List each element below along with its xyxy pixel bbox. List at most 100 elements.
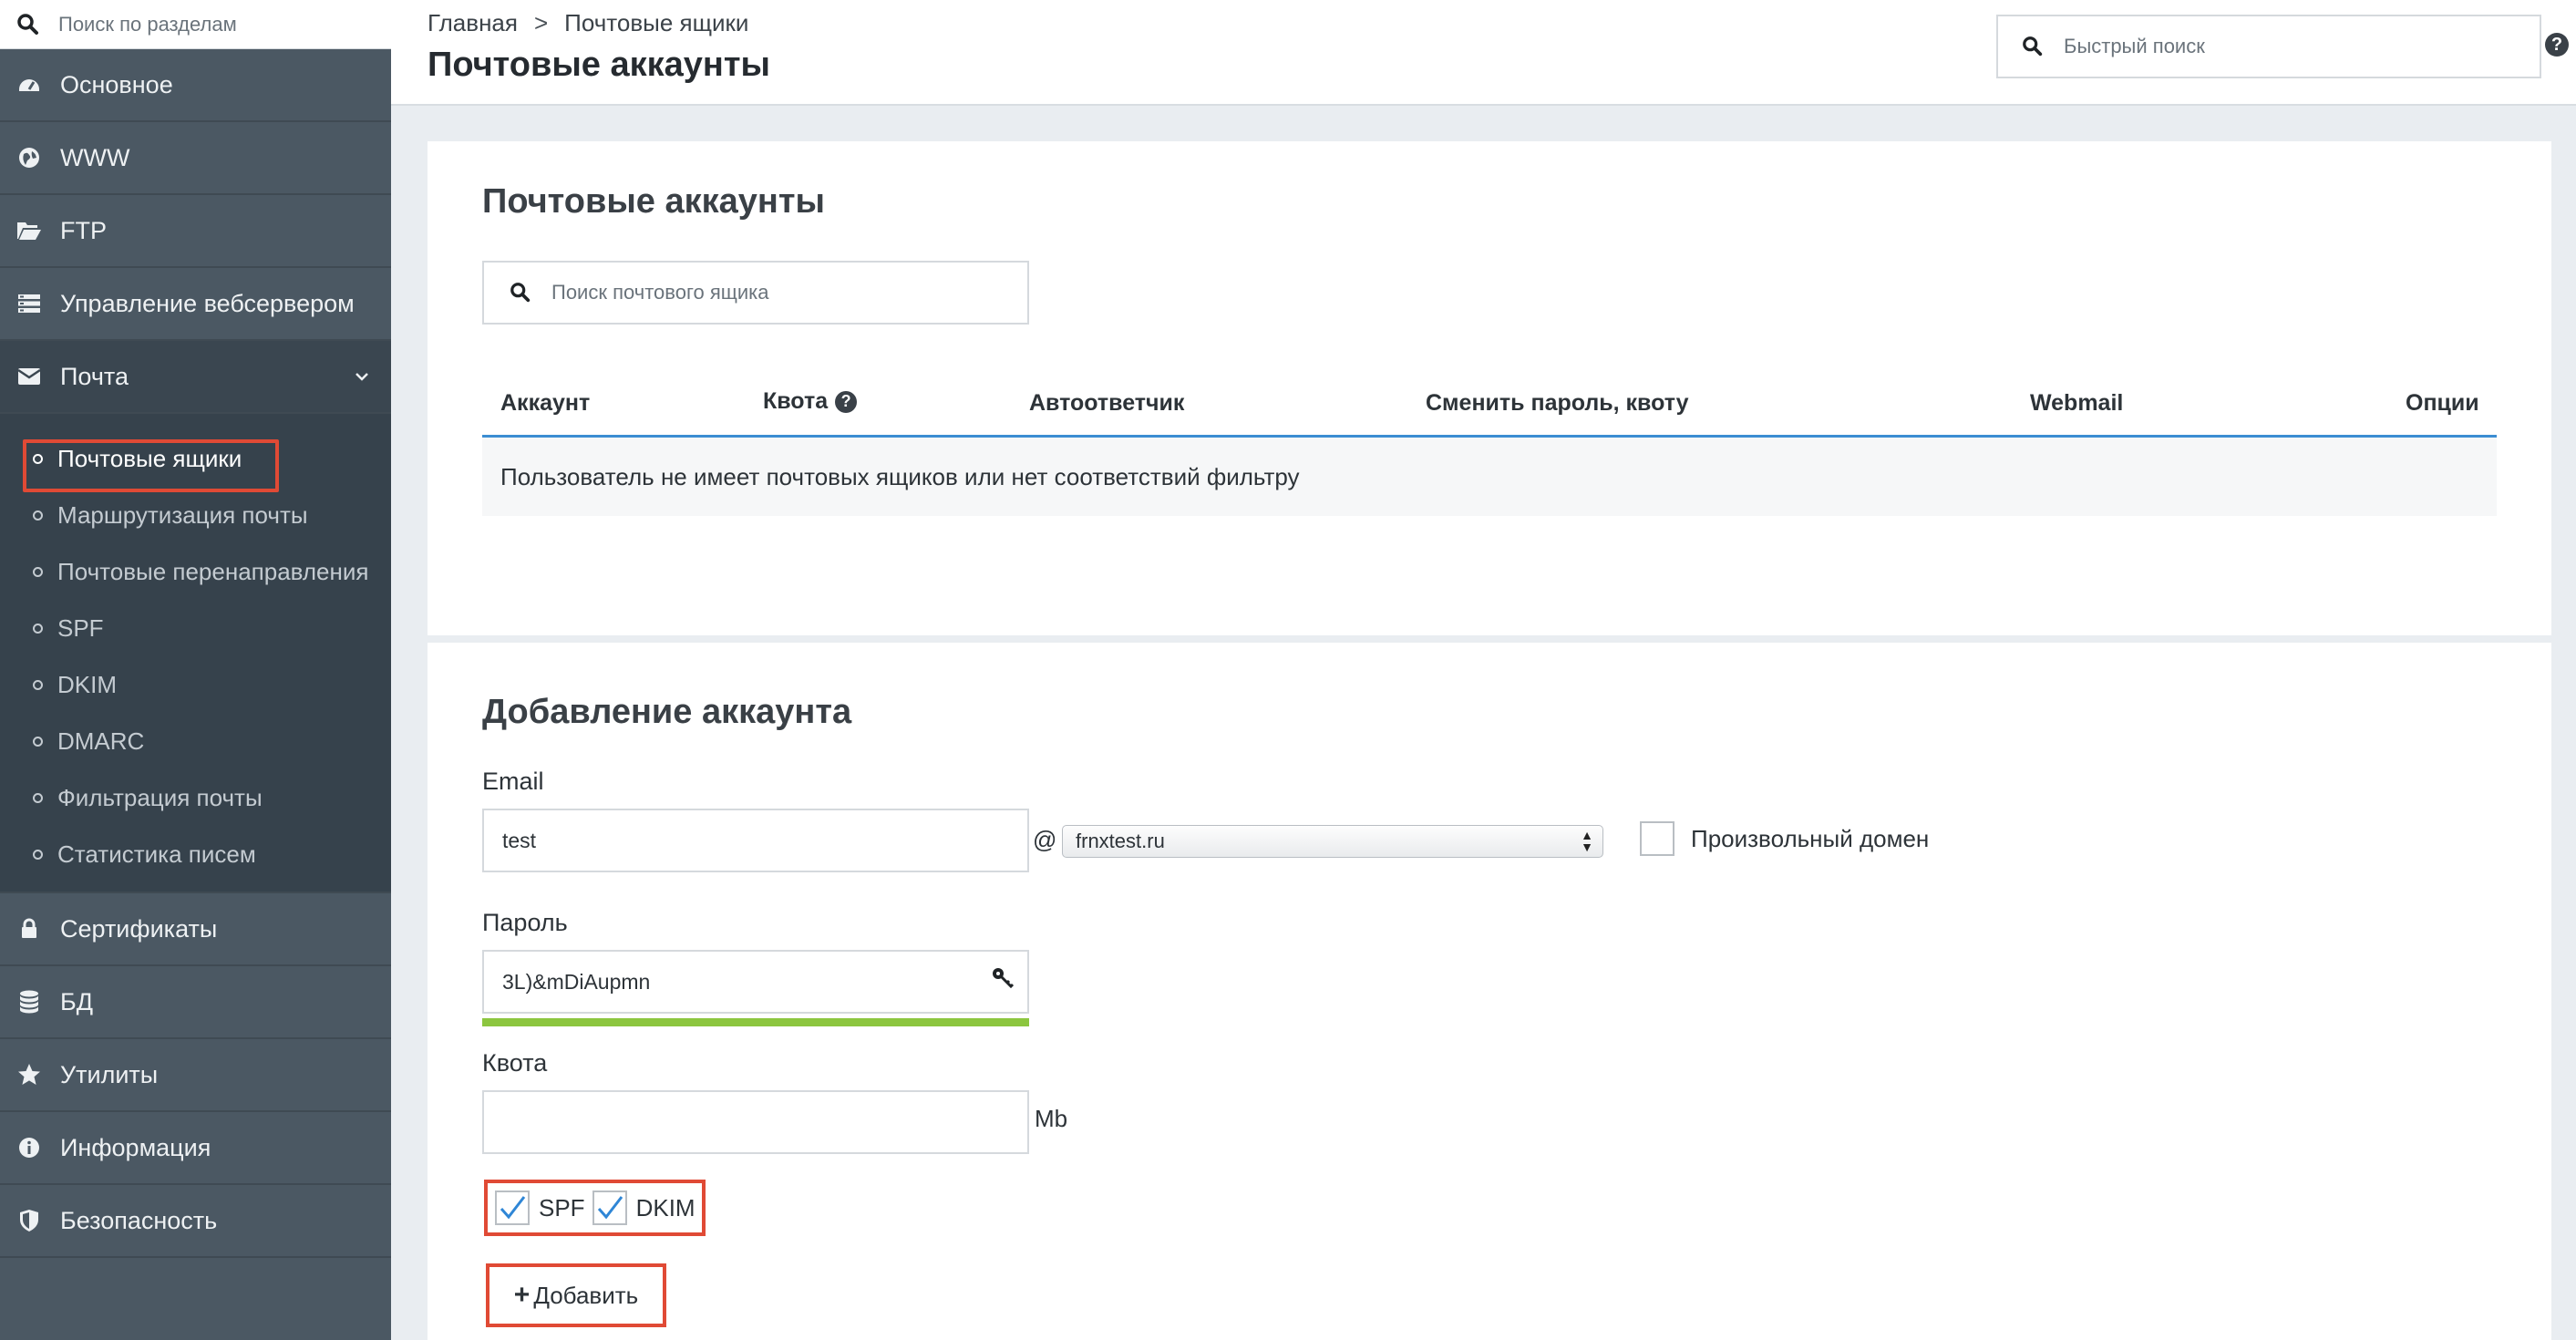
sidebar-subitem-mail-stats[interactable]: Статистика писем <box>0 826 391 882</box>
dashboard-icon <box>16 72 42 98</box>
sidebar-item-info[interactable]: Информация <box>0 1112 391 1185</box>
checkmark-icon <box>500 1196 526 1220</box>
bullet-icon <box>33 792 43 803</box>
sidebar-subitem-mail-forwards[interactable]: Почтовые перенаправления <box>0 543 391 600</box>
bullet-icon <box>33 566 43 577</box>
add-account-title: Добавление аккаунта <box>482 693 852 731</box>
column-label: Аккаунт <box>500 390 591 416</box>
sidebar-subitem-dkim[interactable]: DKIM <box>0 656 391 713</box>
search-icon <box>2023 36 2043 57</box>
sidebar-item-webserver[interactable]: Управление вебсервером <box>0 268 391 341</box>
bullet-icon <box>33 679 43 690</box>
table-empty-message: Пользователь не имеет почтовых ящиков ил… <box>482 438 2497 516</box>
column-label: Webmail <box>2030 390 2124 416</box>
help-icon[interactable]: ? <box>2545 33 2569 57</box>
sidebar-item-db[interactable]: БД <box>0 966 391 1039</box>
spf-checkbox-row[interactable]: SPF <box>495 1191 585 1225</box>
sidebar-search[interactable]: Поиск по разделам <box>0 0 391 49</box>
add-account-panel: Добавление аккаунта Email test @ frnxtes… <box>428 643 2551 1340</box>
sidebar-subitem-label: SPF <box>57 613 104 642</box>
quota-field[interactable] <box>482 1090 1029 1154</box>
lock-icon <box>16 916 42 942</box>
add-account-button[interactable]: + Добавить <box>486 1263 666 1327</box>
sidebar-subitem-label: Почтовые перенаправления <box>57 557 369 585</box>
bullet-icon <box>33 623 43 634</box>
star-icon <box>16 1062 42 1087</box>
sidebar-item-label: Информация <box>60 1133 211 1161</box>
column-quota[interactable]: Квота? <box>763 388 858 415</box>
accounts-title: Почтовые аккаунты <box>482 182 825 221</box>
custom-domain-label: Произвольный домен <box>1691 824 1930 852</box>
top-bar: Главная > Почтовые ящики Почтовые аккаун… <box>391 0 2576 106</box>
page-title: Почтовые аккаунты <box>428 46 770 84</box>
spf-label: SPF <box>539 1193 585 1221</box>
email-label: Email <box>482 768 544 795</box>
mailbox-search-placeholder: Поиск почтового ящика <box>551 281 769 304</box>
column-autoresponder[interactable]: Автоответчик <box>1029 390 1184 417</box>
column-account[interactable]: Аккаунт <box>500 390 590 417</box>
sidebar-item-security[interactable]: Безопасность <box>0 1185 391 1258</box>
quick-search-placeholder: Быстрый поиск <box>2064 35 2205 57</box>
dkim-label: DKIM <box>635 1193 696 1221</box>
chevron-down-icon <box>355 373 368 381</box>
column-change-password[interactable]: Сменить пароль, квоту <box>1426 390 1689 417</box>
sidebar-subitem-label: Статистика писем <box>57 840 256 868</box>
spf-dkim-checkboxes: SPF DKIM <box>484 1180 706 1236</box>
sidebar-subitem-label: DKIM <box>57 670 117 698</box>
search-icon <box>17 13 38 35</box>
accounts-panel: Почтовые аккаунты Поиск почтового ящика … <box>428 141 2551 635</box>
accounts-table: Аккаунт Квота? Автоответчик Сменить паро… <box>482 365 2497 516</box>
sidebar-item-main[interactable]: Основное <box>0 49 391 122</box>
sidebar-subitem-mail-routing[interactable]: Маршрутизация почты <box>0 487 391 543</box>
column-options[interactable]: Опции <box>2406 390 2479 417</box>
password-field[interactable]: 3L)&mDiAupmn <box>482 950 1029 1014</box>
quota-label: Квота <box>482 1049 548 1077</box>
sidebar-subitem-label: Фильтрация почты <box>57 783 263 811</box>
sidebar-item-label: Безопасность <box>60 1206 218 1234</box>
table-header: Аккаунт Квота? Автоответчик Сменить паро… <box>482 365 2497 438</box>
column-label: Сменить пароль, квоту <box>1426 390 1689 416</box>
spf-checkbox[interactable] <box>495 1191 530 1225</box>
domain-select[interactable]: frnxtest.ru ▲ ▼ <box>1062 825 1603 858</box>
globe-icon <box>16 145 42 170</box>
sidebar-search-placeholder: Поиск по разделам <box>58 12 237 36</box>
info-icon <box>16 1135 42 1160</box>
dkim-checkbox[interactable] <box>592 1191 627 1225</box>
sidebar-item-label: БД <box>60 987 94 1015</box>
email-field[interactable]: test <box>482 809 1029 872</box>
sidebar-subitem-label: DMARC <box>57 727 145 755</box>
plus-icon: + <box>513 1280 531 1310</box>
at-sign: @ <box>1033 826 1057 853</box>
password-strength-bar <box>482 1018 1029 1026</box>
server-icon <box>16 291 42 316</box>
column-webmail[interactable]: Webmail <box>2030 390 2123 417</box>
select-arrows-icon: ▲ ▼ <box>1581 828 1593 854</box>
custom-domain-checkbox[interactable] <box>1640 821 1674 856</box>
sidebar-item-ftp[interactable]: FTP <box>0 195 391 268</box>
sidebar-subitem-mail-filter[interactable]: Фильтрация почты <box>0 769 391 826</box>
sidebar-item-www[interactable]: WWW <box>0 122 391 195</box>
mailbox-search-input[interactable]: Поиск почтового ящика <box>482 261 1029 325</box>
column-label: Опции <box>2406 390 2479 416</box>
sidebar-subitem-spf[interactable]: SPF <box>0 600 391 656</box>
sidebar-subitem-dmarc[interactable]: DMARC <box>0 713 391 769</box>
quick-search-input[interactable]: Быстрый поиск <box>1996 15 2541 78</box>
help-icon[interactable]: ? <box>835 390 858 413</box>
dkim-checkbox-row[interactable]: DKIM <box>592 1191 696 1225</box>
key-icon[interactable] <box>991 965 1016 991</box>
breadcrumb-current: Почтовые ящики <box>564 9 749 36</box>
sidebar-item-label: Сертификаты <box>60 914 218 943</box>
sidebar-item-utilities[interactable]: Утилиты <box>0 1039 391 1112</box>
checkmark-icon <box>597 1196 623 1220</box>
shield-icon <box>16 1208 42 1233</box>
quota-unit: Mb <box>1035 1105 1068 1132</box>
domain-select-value: frnxtest.ru <box>1076 830 1165 852</box>
sidebar-item-mail[interactable]: Почта <box>0 341 391 414</box>
folder-open-icon <box>16 218 42 243</box>
sidebar-item-label: Утилиты <box>60 1060 159 1088</box>
breadcrumb-home[interactable]: Главная <box>428 9 518 37</box>
sidebar: Поиск по разделам Основное WWW FTP Управ… <box>0 0 391 1340</box>
custom-domain-checkbox-row[interactable]: Произвольный домен <box>1640 821 1929 856</box>
sidebar-item-certificates[interactable]: Сертификаты <box>0 893 391 966</box>
search-icon <box>510 283 531 303</box>
